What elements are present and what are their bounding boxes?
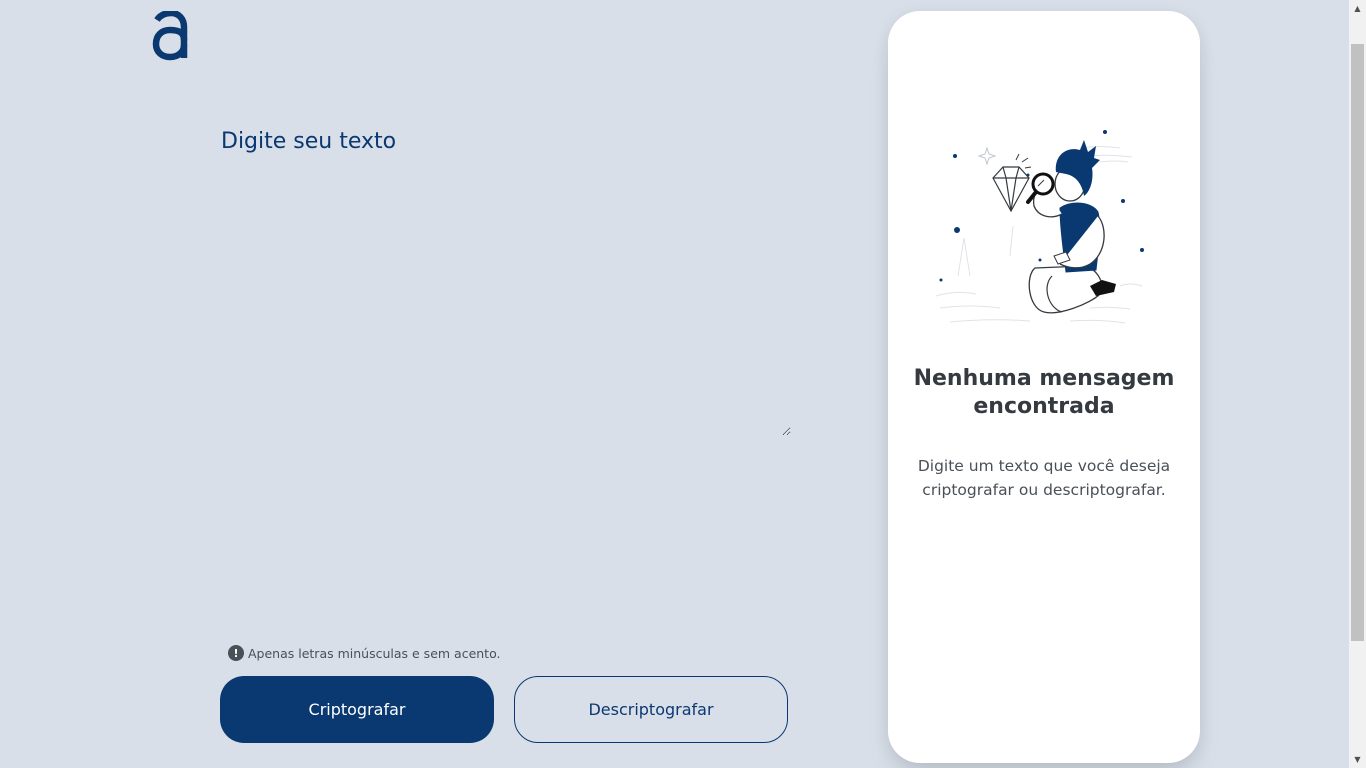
no-message-description: Digite um texto que você deseja criptogr… xyxy=(917,457,1171,499)
text-input[interactable] xyxy=(221,126,791,436)
page-scrollbar[interactable]: ▲ ▼ xyxy=(1349,0,1366,768)
output-panel: Nenhuma mensagem encontrada Digite um te… xyxy=(888,11,1200,763)
encrypt-button[interactable]: Criptografar xyxy=(220,676,494,743)
page: ! Apenas letras minúsculas e sem acento.… xyxy=(0,0,1366,768)
no-message-title: Nenhuma mensagem encontrada xyxy=(913,366,1175,419)
exclamation-circle-icon: ! xyxy=(228,645,244,661)
decrypt-button[interactable]: Descriptografar xyxy=(514,676,788,743)
alura-logo-icon[interactable] xyxy=(152,11,188,61)
hint-text: Apenas letras minúsculas e sem acento. xyxy=(248,645,501,661)
input-hint: ! Apenas letras minúsculas e sem acento. xyxy=(228,644,500,662)
scrollbar-thumb[interactable] xyxy=(1351,44,1364,641)
scroll-up-arrow-icon[interactable]: ▲ xyxy=(1349,0,1366,17)
scroll-down-arrow-icon[interactable]: ▼ xyxy=(1349,751,1366,768)
boy-with-magnifying-glass-illustration xyxy=(935,130,1144,324)
